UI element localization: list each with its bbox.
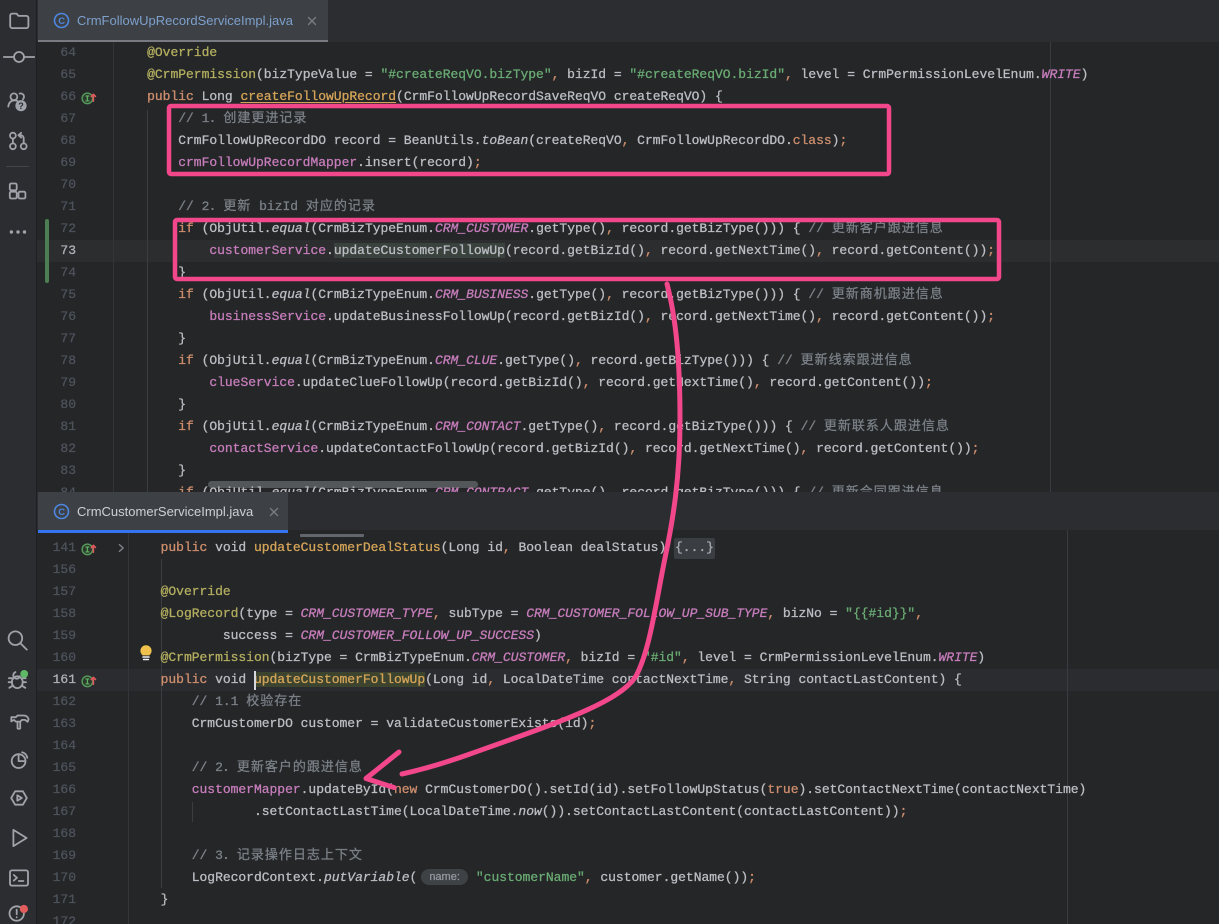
svg-text:C: C xyxy=(58,16,65,27)
svg-text:C: C xyxy=(58,507,65,518)
svg-text:?: ? xyxy=(18,100,24,110)
